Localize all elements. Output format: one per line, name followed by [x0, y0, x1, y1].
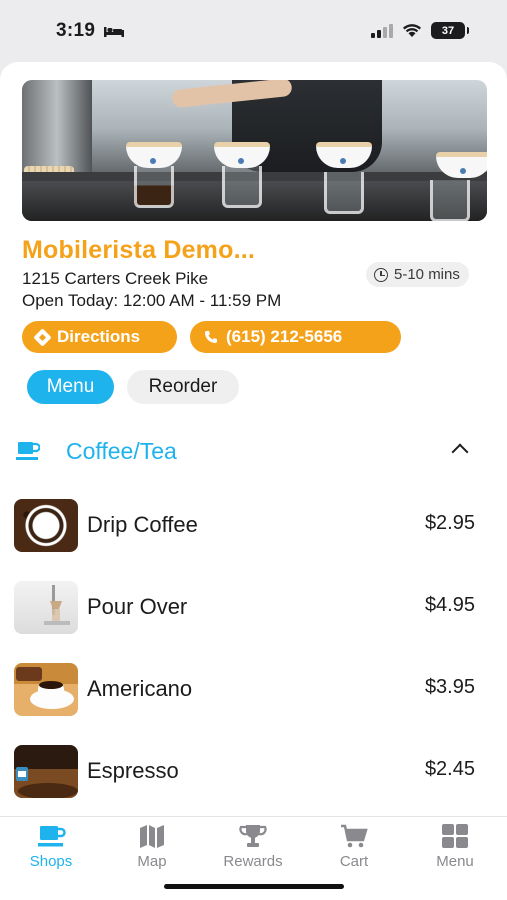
nav-label: Shops [29, 853, 73, 870]
shop-detail-sheet: Mobilerista Demo... 1215 Carters Creek P… [0, 62, 507, 900]
nav-rewards[interactable]: Rewards [208, 823, 298, 870]
item-price: $3.95 [424, 676, 475, 698]
category-header-coffee-tea[interactable]: Coffee/Tea [0, 428, 507, 474]
menu-item-pour-over[interactable]: Pour Over $4.95 [0, 567, 507, 649]
shop-hours: Open Today: 12:00 AM - 11:59 PM [22, 291, 282, 310]
menu-item-espresso[interactable]: Espresso $2.45 [0, 731, 507, 813]
call-button[interactable]: (615) 212-5656 [190, 321, 401, 353]
status-time-text: 3:19 [56, 20, 96, 41]
item-name: Drip Coffee [87, 512, 198, 537]
espresso-thumbnail [14, 745, 78, 798]
map-icon [140, 825, 164, 848]
drip-coffee-thumbnail [14, 499, 78, 552]
item-price: $2.95 [424, 512, 475, 534]
shop-address: 1215 Carters Creek Pike [22, 269, 209, 288]
wait-time-badge: 5-10 mins [366, 262, 469, 287]
bed-icon [104, 27, 125, 37]
wifi-icon [403, 24, 421, 37]
home-indicator [164, 884, 344, 889]
status-bar: 3:19 37 [0, 0, 507, 62]
nav-cart[interactable]: Cart [309, 823, 399, 870]
americano-thumbnail [14, 663, 78, 716]
nav-label: Map [137, 853, 167, 870]
tab-reorder[interactable]: Reorder [127, 370, 239, 404]
item-name: Americano [87, 676, 193, 701]
status-icons: 37 [371, 22, 469, 39]
chevron-up-icon[interactable] [451, 443, 469, 461]
phone-icon [205, 331, 217, 343]
battery-icon: 37 [431, 22, 469, 39]
wait-time-text: 5-10 mins [394, 266, 460, 283]
nav-label: Cart [339, 853, 369, 870]
trophy-icon [239, 825, 267, 847]
nav-label: Menu [436, 853, 474, 870]
item-price: $4.95 [424, 594, 475, 616]
pour-over-thumbnail [14, 581, 78, 634]
nav-shops[interactable]: Shops [6, 823, 96, 870]
nav-label: Rewards [223, 853, 283, 870]
nav-menu[interactable]: Menu [410, 823, 500, 870]
cup-icon [38, 826, 66, 847]
tab-menu[interactable]: Menu [27, 370, 114, 404]
phone-label: (615) 212-5656 [226, 327, 343, 346]
directions-label: Directions [57, 327, 141, 346]
directions-icon [33, 327, 52, 347]
shop-hero-image [22, 80, 487, 221]
item-price: $2.45 [424, 758, 475, 780]
category-title: Coffee/Tea [66, 438, 177, 464]
cup-icon [16, 442, 40, 460]
clock-icon [374, 267, 388, 282]
item-name: Pour Over [87, 594, 188, 619]
nav-map[interactable]: Map [107, 823, 197, 870]
status-time: 3:19 [56, 20, 125, 42]
battery-level: 37 [441, 24, 455, 37]
menu-item-drip-coffee[interactable]: Drip Coffee $2.95 [0, 485, 507, 567]
item-name: Espresso [87, 758, 179, 783]
menu-item-americano[interactable]: Americano $3.95 [0, 649, 507, 731]
signal-icon [371, 23, 393, 38]
cart-icon [341, 824, 368, 848]
grid-icon [442, 824, 468, 848]
shop-name: Mobilerista Demo... [22, 236, 256, 264]
directions-button[interactable]: Directions [22, 321, 177, 353]
